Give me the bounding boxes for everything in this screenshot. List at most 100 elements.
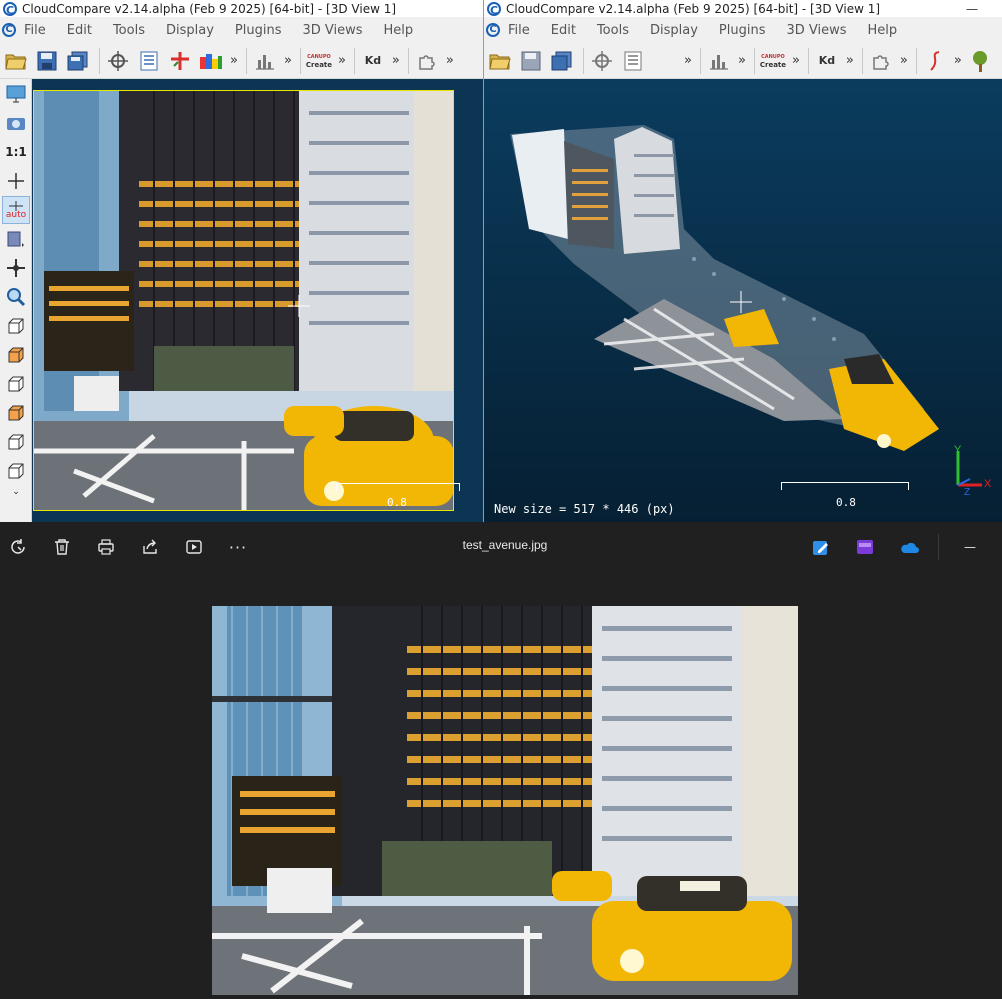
save-all-icon[interactable] <box>550 49 574 73</box>
toolbar-overflow-icon[interactable]: » <box>284 53 292 68</box>
crosshair-icon[interactable] <box>2 167 30 195</box>
window-title: CloudCompare v2.14.alpha (Feb 9 2025) [6… <box>506 1 881 16</box>
view-right-icon[interactable] <box>2 428 30 456</box>
toolbar-overflow-icon[interactable]: » <box>684 53 692 68</box>
scale-label: 0.8 <box>836 496 856 509</box>
kd-tree-icon[interactable]: Kd <box>361 49 385 73</box>
menu-3d-views[interactable]: 3D Views <box>786 23 846 38</box>
plugin-tree-icon[interactable] <box>968 49 992 73</box>
axis-x-label: X <box>984 478 992 490</box>
photos-viewer-window: ··· test_avenue.jpg — <box>0 522 1002 999</box>
menu-bar: C File Edit Tools Display Plugins 3D Vie… <box>484 17 1002 43</box>
status-message: New size = 517 * 446 (px) <box>494 502 675 516</box>
toolbar-overflow-icon[interactable]: » <box>738 53 746 68</box>
save-icon[interactable] <box>519 49 543 73</box>
canupo-create-icon[interactable]: CANUPO Create <box>305 49 333 73</box>
pan-icon[interactable] <box>2 254 30 282</box>
toolbar-separator <box>753 47 755 74</box>
canupo-label: CANUPO <box>307 54 331 60</box>
auto-pivot-icon[interactable]: auto <box>2 196 30 224</box>
menu-display[interactable]: Display <box>166 23 214 38</box>
toolbar-overflow-icon[interactable]: » <box>954 53 962 68</box>
toolbar-separator <box>583 47 584 74</box>
cloudcompare-logo-icon: C <box>3 1 17 17</box>
perspective-icon[interactable] <box>2 225 30 253</box>
cloudcompare-logo-icon: C <box>486 23 500 37</box>
list-icon[interactable] <box>137 49 161 73</box>
menu-plugins[interactable]: Plugins <box>719 23 766 38</box>
scale-bar <box>781 482 909 490</box>
3d-view-left[interactable]: 0.8 <box>32 79 483 522</box>
list-icon[interactable] <box>621 49 645 73</box>
zoom-one-to-one-icon[interactable]: 1:1 <box>2 138 30 166</box>
histogram-icon[interactable] <box>253 49 277 73</box>
menu-plugins[interactable]: Plugins <box>235 23 282 38</box>
toolbar-overflow-icon[interactable]: » <box>900 53 908 68</box>
toolbar-overflow-icon[interactable]: » <box>338 53 346 68</box>
transform-icon[interactable] <box>106 49 130 73</box>
plugin-puzzle-icon[interactable] <box>869 49 893 73</box>
window-titlebar[interactable]: C CloudCompare v2.14.alpha (Feb 9 2025) … <box>484 0 1002 17</box>
toolbar-separator <box>245 47 247 74</box>
kd-tree-icon[interactable]: Kd <box>815 49 839 73</box>
toolbar-overflow-icon[interactable]: » <box>846 53 854 68</box>
toolbar-overflow-icon[interactable]: » <box>792 53 800 68</box>
axis-y-label: Y <box>954 444 962 456</box>
transform-icon[interactable] <box>590 49 614 73</box>
view-bottom-icon[interactable] <box>2 457 30 485</box>
main-toolbar: » » CANUPO Create » Kd » » <box>484 43 1002 79</box>
color-scale-icon[interactable] <box>199 49 223 73</box>
menu-tools[interactable]: Tools <box>113 23 145 38</box>
scale-label: 0.8 <box>387 496 407 509</box>
edit-image-icon[interactable] <box>810 536 832 558</box>
toolbar-overflow-icon[interactable]: » <box>446 53 454 68</box>
menu-bar: C File Edit Tools Display Plugins 3D Vie… <box>0 17 483 43</box>
crosshair-cursor-icon <box>288 295 310 317</box>
menu-file[interactable]: File <box>508 23 530 38</box>
menu-edit[interactable]: Edit <box>67 23 92 38</box>
clipchamp-icon[interactable] <box>854 536 876 558</box>
view-left-icon[interactable] <box>2 399 30 427</box>
menu-help[interactable]: Help <box>868 23 898 38</box>
toolbar-overflow-icon[interactable]: » <box>230 53 238 68</box>
menu-edit[interactable]: Edit <box>551 23 576 38</box>
minimize-button[interactable]: — <box>959 536 981 558</box>
3d-view-right[interactable]: 0.8 New size = 517 * 446 (px) Y X Z <box>484 79 1002 522</box>
menu-tools[interactable]: Tools <box>597 23 629 38</box>
menu-help[interactable]: Help <box>384 23 414 38</box>
segment-icon[interactable] <box>168 49 192 73</box>
toolbar-separator <box>299 47 301 74</box>
plugin-puzzle-icon[interactable] <box>415 49 439 73</box>
kd-label: Kd <box>818 54 836 67</box>
monitor-icon[interactable] <box>2 80 30 108</box>
camera-icon[interactable] <box>2 109 30 137</box>
toolbar-separator <box>353 47 355 74</box>
view-top-icon[interactable] <box>2 341 30 369</box>
canupo-create-label: Create <box>759 61 787 69</box>
menu-3d-views[interactable]: 3D Views <box>302 23 362 38</box>
open-folder-icon[interactable] <box>488 49 512 73</box>
onedrive-icon[interactable] <box>898 536 920 558</box>
save-all-icon[interactable] <box>66 49 90 73</box>
minimize-button[interactable]: — <box>966 2 978 16</box>
canupo-create-icon[interactable]: CANUPO Create <box>759 49 787 73</box>
canupo-create-label: Create <box>305 61 333 69</box>
curve-icon[interactable] <box>923 49 947 73</box>
street-photo-cloud <box>33 90 454 511</box>
main-toolbar: » » CANUPO Create » Kd » » <box>0 43 483 79</box>
menu-display[interactable]: Display <box>650 23 698 38</box>
chevron-down-icon[interactable]: ⌄ <box>2 486 30 498</box>
zoom-icon[interactable] <box>2 283 30 311</box>
histogram-icon[interactable] <box>707 49 731 73</box>
kd-label: Kd <box>364 54 382 67</box>
window-titlebar[interactable]: C CloudCompare v2.14.alpha (Feb 9 2025) … <box>0 0 483 17</box>
cloudcompare-logo-icon: C <box>487 1 501 17</box>
toolbar-divider <box>938 534 939 560</box>
toolbar-overflow-icon[interactable]: » <box>392 53 400 68</box>
menu-file[interactable]: File <box>24 23 46 38</box>
view-back-icon[interactable] <box>2 370 30 398</box>
save-icon[interactable] <box>35 49 59 73</box>
open-folder-icon[interactable] <box>4 49 28 73</box>
toolbar-separator <box>699 47 701 74</box>
view-front-icon[interactable] <box>2 312 30 340</box>
